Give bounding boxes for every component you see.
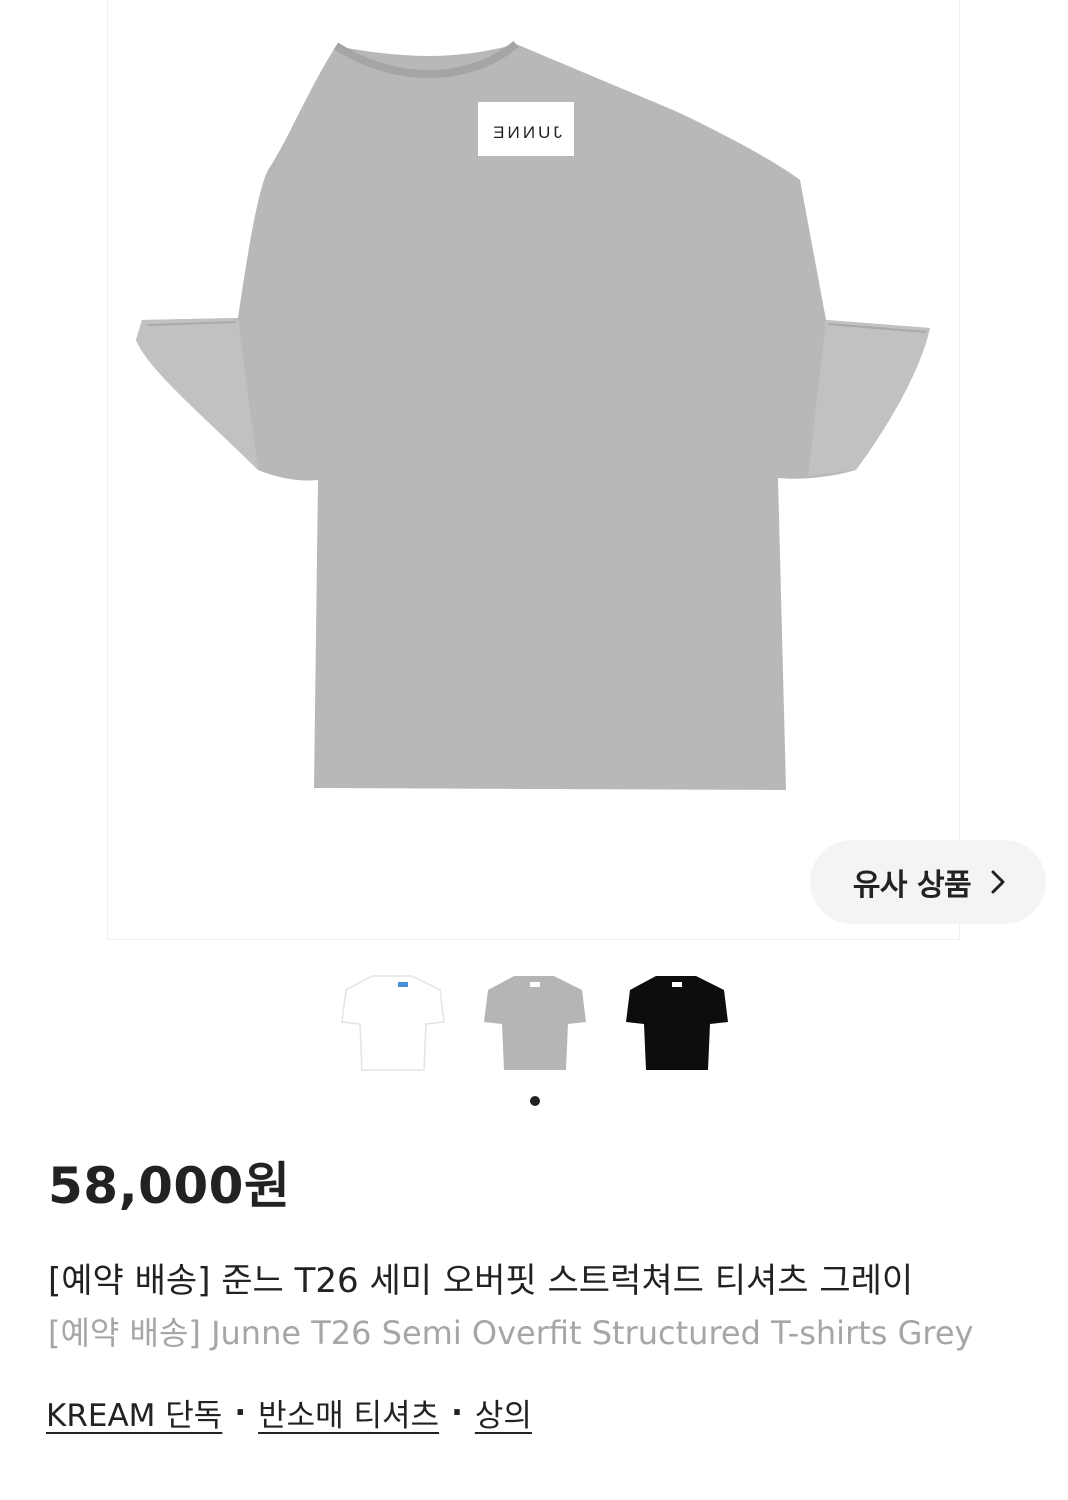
similar-products-label: 유사 상품	[852, 868, 972, 903]
product-title-korean: [예약 배송] 준느 T26 세미 오버핏 스트럭쳐드 티셔츠 그레이	[48, 1261, 914, 1301]
product-price: 58,000원	[48, 1157, 291, 1215]
product-image: JUNNE	[136, 40, 930, 790]
tag-separator: ·	[234, 1394, 247, 1431]
similar-products-button[interactable]: 유사 상품	[810, 840, 1046, 924]
product-title-english: [예약 배송] Junne T26 Semi Overfit Structure…	[48, 1314, 974, 1352]
product-image-area[interactable]: JUNNE	[107, 0, 960, 940]
pagination-dot	[530, 1096, 540, 1106]
svg-text:JUNNE: JUNNE	[490, 123, 562, 142]
tag-separator: ·	[451, 1394, 463, 1431]
thumbnail-gray[interactable]	[474, 960, 594, 1080]
chevron-right-icon	[985, 869, 1011, 895]
tag-tops[interactable]: 상의	[475, 1390, 532, 1435]
thumbnail-white[interactable]	[332, 960, 452, 1080]
tag-short-sleeve-tshirt[interactable]: 반소매 티셔츠	[258, 1390, 439, 1435]
category-tags: KREAM 단독 · 반소매 티셔츠 · 상의	[46, 1390, 532, 1435]
tag-kream-exclusive[interactable]: KREAM 단독	[46, 1390, 222, 1435]
color-thumbnails	[0, 960, 1068, 1080]
thumbnail-black[interactable]	[616, 960, 736, 1080]
